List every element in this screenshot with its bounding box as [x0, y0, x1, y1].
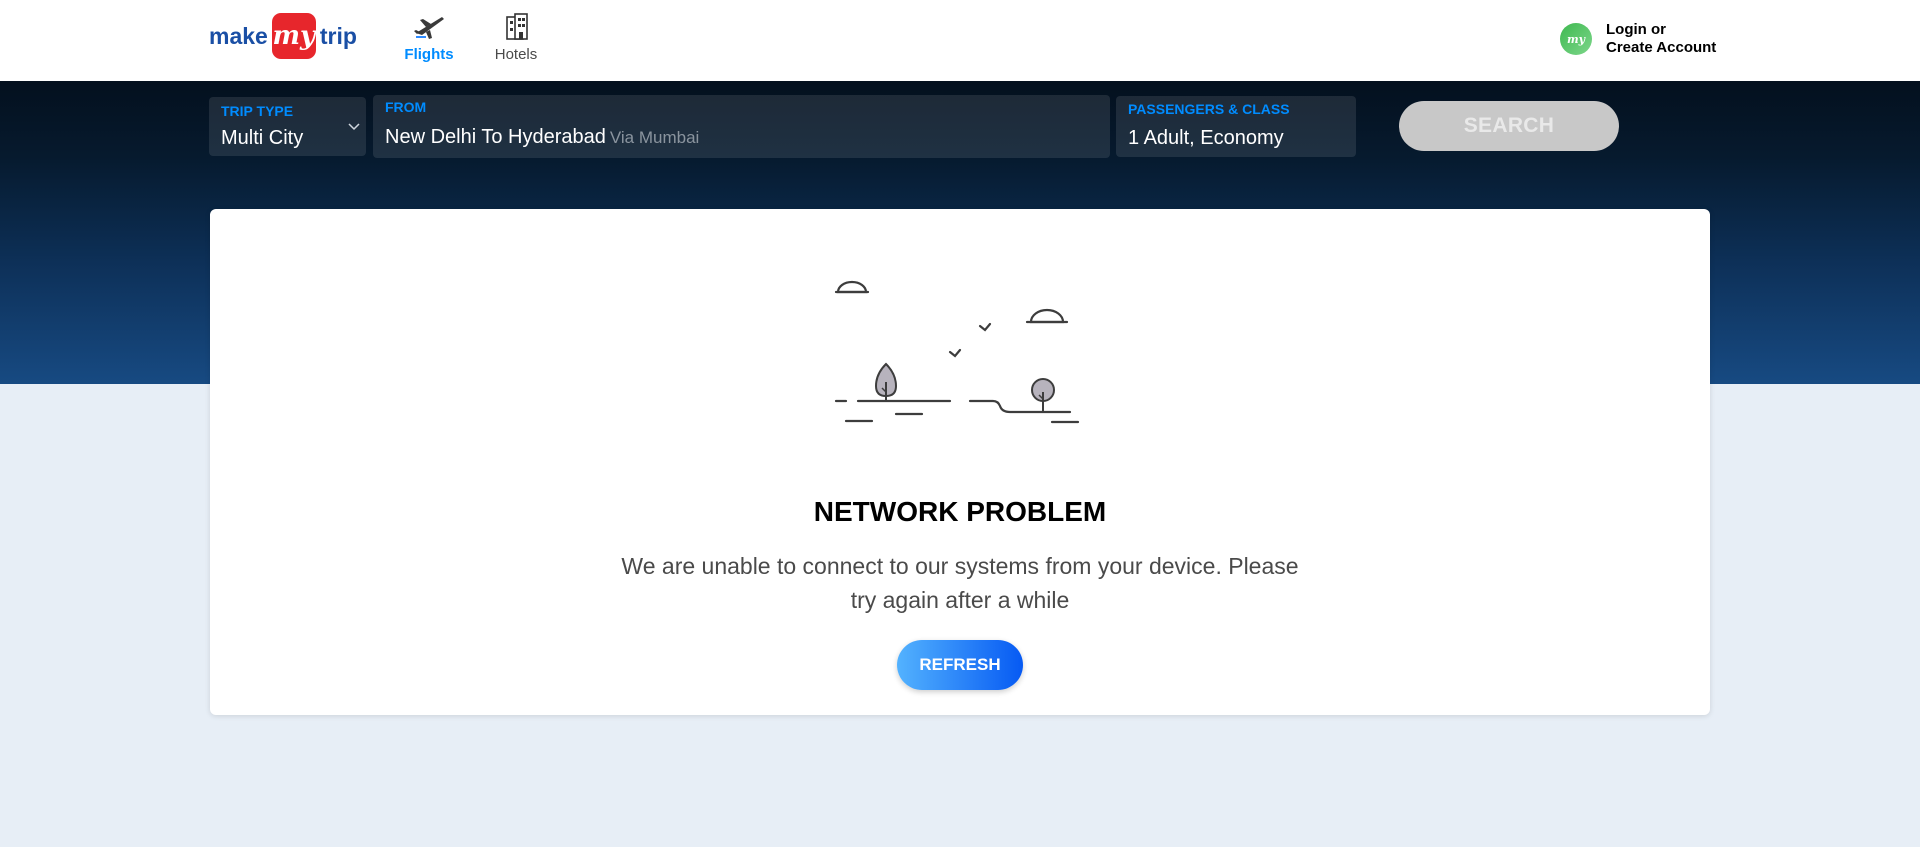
- refresh-button[interactable]: REFRESH: [897, 640, 1023, 690]
- hotel-building-icon: [499, 10, 533, 42]
- passengers-class-field[interactable]: PASSENGERS & CLASS 1 Adult, Economy: [1116, 96, 1356, 157]
- chevron-down-icon: [348, 119, 362, 133]
- trip-type-label: TRIP TYPE: [221, 103, 294, 119]
- tab-flights[interactable]: Flights: [394, 10, 464, 70]
- login-button[interactable]: my Login or Create Account: [1560, 21, 1716, 57]
- logo-my-mark: my: [271, 13, 316, 59]
- error-message: We are unable to connect to our systems …: [621, 553, 1299, 613]
- from-value: New Delhi To Hyderabad Via Mumbai: [385, 126, 699, 149]
- error-title: NETWORK PROBLEM: [813, 496, 1107, 527]
- passengers-class-label: PASSENGERS & CLASS: [1128, 101, 1290, 117]
- search-button[interactable]: SEARCH: [1399, 101, 1619, 151]
- tab-flights-label: Flights: [404, 46, 454, 63]
- makemytrip-logo[interactable]: make my trip: [209, 13, 357, 59]
- login-line1: Login or: [1606, 21, 1666, 38]
- avatar: my: [1560, 23, 1592, 55]
- login-line2: Create Account: [1606, 39, 1717, 56]
- top-navbar: make my trip Flights Hotels my Login or …: [0, 0, 1920, 81]
- from-label: FROM: [385, 99, 427, 115]
- tab-hotels[interactable]: Hotels: [481, 10, 551, 70]
- tab-hotels-label: Hotels: [494, 46, 538, 63]
- error-card: NETWORK PROBLEM We are unable to connect…: [210, 209, 1710, 715]
- logo-trip-text: trip: [319, 22, 357, 49]
- login-text: Login or Create Account: [1606, 21, 1716, 57]
- from-field[interactable]: FROM New Delhi To Hyderabad Via Mumbai: [373, 95, 1110, 158]
- route-text: New Delhi To Hyderabad: [385, 126, 606, 148]
- via-text: Via Mumbai: [609, 128, 700, 147]
- passengers-class-value: 1 Adult, Economy: [1128, 127, 1284, 149]
- trip-type-dropdown[interactable]: TRIP TYPE Multi City: [209, 97, 366, 156]
- logo-make-text: make: [209, 22, 268, 49]
- network-error-illustration: [834, 280, 1080, 424]
- trip-type-value: Multi City: [221, 127, 304, 149]
- airplane-icon: [412, 10, 446, 42]
